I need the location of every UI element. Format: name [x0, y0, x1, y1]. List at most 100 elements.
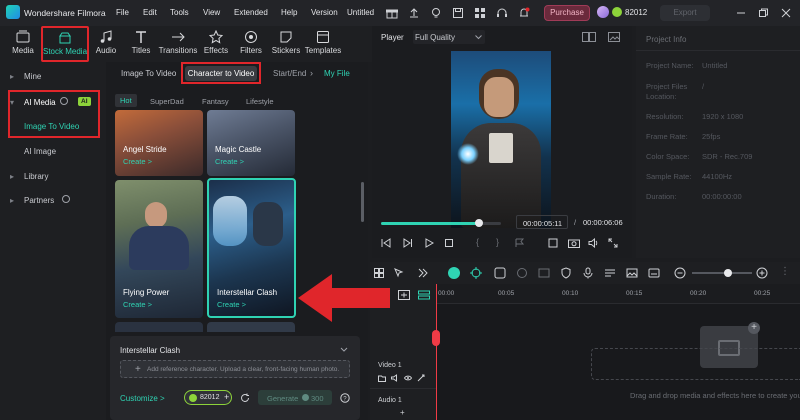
menu-view[interactable]: View: [203, 8, 220, 17]
generate-button[interactable]: Generate 300: [258, 390, 332, 405]
card-flying-power[interactable]: Flying Power Create >: [115, 180, 203, 318]
save-icon[interactable]: [452, 7, 464, 19]
zoom-slider[interactable]: [692, 269, 752, 277]
help-icon[interactable]: ?: [340, 393, 350, 403]
more-options-icon[interactable]: ⋮: [780, 266, 790, 277]
menu-tools[interactable]: Tools: [170, 8, 189, 17]
add-audio-track-icon[interactable]: +: [400, 408, 405, 417]
drop-zone[interactable]: [591, 348, 800, 380]
tab-transitions[interactable]: Transitions: [157, 26, 199, 62]
refresh-icon[interactable]: [240, 393, 250, 403]
expand-icon[interactable]: [608, 238, 618, 248]
split-audio-icon[interactable]: [538, 267, 550, 279]
lightbulb-icon[interactable]: [430, 7, 442, 19]
shield-icon[interactable]: [560, 267, 572, 279]
export-button[interactable]: Export: [660, 5, 710, 21]
playhead-handle[interactable]: [432, 330, 440, 346]
headset-icon[interactable]: [496, 7, 508, 19]
previous-frame-icon[interactable]: [381, 238, 391, 248]
grid-icon[interactable]: [474, 7, 486, 19]
menu-edit[interactable]: Edit: [143, 8, 157, 17]
speaker-icon[interactable]: [391, 374, 399, 382]
current-time-box[interactable]: 00:00:05:11: [516, 215, 568, 229]
filter-hot[interactable]: Hot: [115, 94, 137, 107]
chevron-down-icon[interactable]: [340, 347, 348, 353]
select-tool-icon[interactable]: [394, 268, 404, 278]
tab-titles[interactable]: Titles: [126, 26, 156, 62]
volume-icon[interactable]: [588, 238, 600, 248]
card-create-link[interactable]: Create >: [123, 300, 152, 309]
ai-assistant-icon[interactable]: [448, 267, 460, 279]
filter-lifestyle[interactable]: Lifestyle: [246, 97, 274, 106]
play-frame-icon[interactable]: [403, 238, 413, 248]
restore-icon[interactable]: [758, 8, 768, 18]
tab-character-to-video[interactable]: Character to Video: [185, 66, 257, 81]
notification-bell-icon[interactable]: [518, 7, 530, 19]
compare-view-icon[interactable]: [582, 32, 596, 42]
avatar[interactable]: [597, 6, 609, 18]
record-icon[interactable]: [516, 267, 528, 279]
menu-help[interactable]: Help: [281, 8, 297, 17]
tab-templates[interactable]: Templates: [304, 26, 342, 62]
fullscreen-preview-icon[interactable]: [548, 238, 558, 248]
camera-snapshot-icon[interactable]: [568, 238, 580, 248]
snapshot-view-icon[interactable]: [608, 32, 620, 42]
zoom-out-icon[interactable]: [674, 267, 686, 279]
menu-extended[interactable]: Extended: [234, 8, 268, 17]
card-angel-stride[interactable]: Angel Stride Create >: [115, 110, 203, 176]
zoom-slider-handle[interactable]: [724, 269, 732, 277]
upload-icon[interactable]: [408, 7, 420, 19]
plus-icon[interactable]: +: [748, 322, 760, 334]
tab-effects[interactable]: Effects: [202, 26, 230, 62]
mark-in-icon[interactable]: {: [476, 237, 479, 247]
card-magic-castle[interactable]: Magic Castle Create >: [207, 110, 295, 176]
image-icon[interactable]: [626, 267, 638, 279]
track-settings-icon[interactable]: [417, 374, 425, 382]
gift-icon[interactable]: [386, 7, 398, 19]
zoom-in-icon[interactable]: [756, 267, 768, 279]
link-tracks-icon[interactable]: [418, 290, 430, 300]
play-icon[interactable]: [424, 238, 434, 248]
tab-media[interactable]: Media: [6, 26, 40, 62]
minimize-icon[interactable]: [736, 8, 746, 18]
sidebar-item-mine[interactable]: ▸ Mine: [6, 66, 96, 86]
menu-file[interactable]: File: [116, 8, 129, 17]
sidebar-item-image-to-video[interactable]: Image To Video: [6, 116, 96, 136]
purchase-button[interactable]: Purchase: [544, 5, 590, 21]
chevron-right-icon[interactable]: ›: [310, 68, 313, 78]
tab-filters[interactable]: Filters: [237, 26, 265, 62]
card-interstellar-clash[interactable]: Interstellar Clash Create >: [207, 178, 296, 318]
marker-icon[interactable]: [514, 238, 526, 248]
ai-tools-icon[interactable]: [470, 267, 482, 279]
add-track-icon[interactable]: [398, 290, 410, 300]
card-create-link[interactable]: Create >: [215, 157, 244, 166]
tab-stickers[interactable]: Stickers: [271, 26, 301, 62]
sidebar-item-library[interactable]: ▸ Library: [6, 166, 96, 186]
add-reference-dropzone[interactable]: + Add reference character. Upload a clea…: [120, 360, 350, 378]
auto-highlight-icon[interactable]: [494, 267, 506, 279]
filter-fantasy[interactable]: Fantasy: [202, 97, 229, 106]
voiceover-list-icon[interactable]: [604, 267, 616, 279]
tab-image-to-video[interactable]: Image To Video: [121, 69, 176, 78]
subtitle-icon[interactable]: [648, 267, 660, 279]
microphone-icon[interactable]: [582, 267, 594, 279]
tab-my-file[interactable]: My File: [324, 69, 350, 78]
tab-audio[interactable]: Audio: [92, 26, 120, 62]
stop-icon[interactable]: [444, 238, 454, 248]
more-tools-icon[interactable]: [418, 268, 428, 278]
library-scrollbar[interactable]: [361, 182, 364, 222]
sidebar-item-ai-media[interactable]: ▾ AI Media AI: [6, 92, 96, 112]
sidebar-item-ai-image[interactable]: AI Image: [6, 141, 96, 161]
playback-progress[interactable]: [381, 219, 501, 227]
tab-stock-media[interactable]: Stock Media: [41, 26, 89, 62]
menu-version[interactable]: Version: [311, 8, 338, 17]
filter-superdad[interactable]: SuperDad: [150, 97, 184, 106]
card-create-link[interactable]: Create >: [217, 300, 246, 309]
card-create-link[interactable]: Create >: [123, 157, 152, 166]
sidebar-item-partners[interactable]: ▸ Partners: [6, 190, 96, 210]
customize-link[interactable]: Customize >: [120, 394, 165, 403]
add-credits-icon[interactable]: +: [224, 392, 229, 402]
quality-select[interactable]: Full Quality: [413, 30, 485, 44]
close-icon[interactable]: [781, 8, 791, 18]
folder-icon[interactable]: [378, 374, 386, 382]
